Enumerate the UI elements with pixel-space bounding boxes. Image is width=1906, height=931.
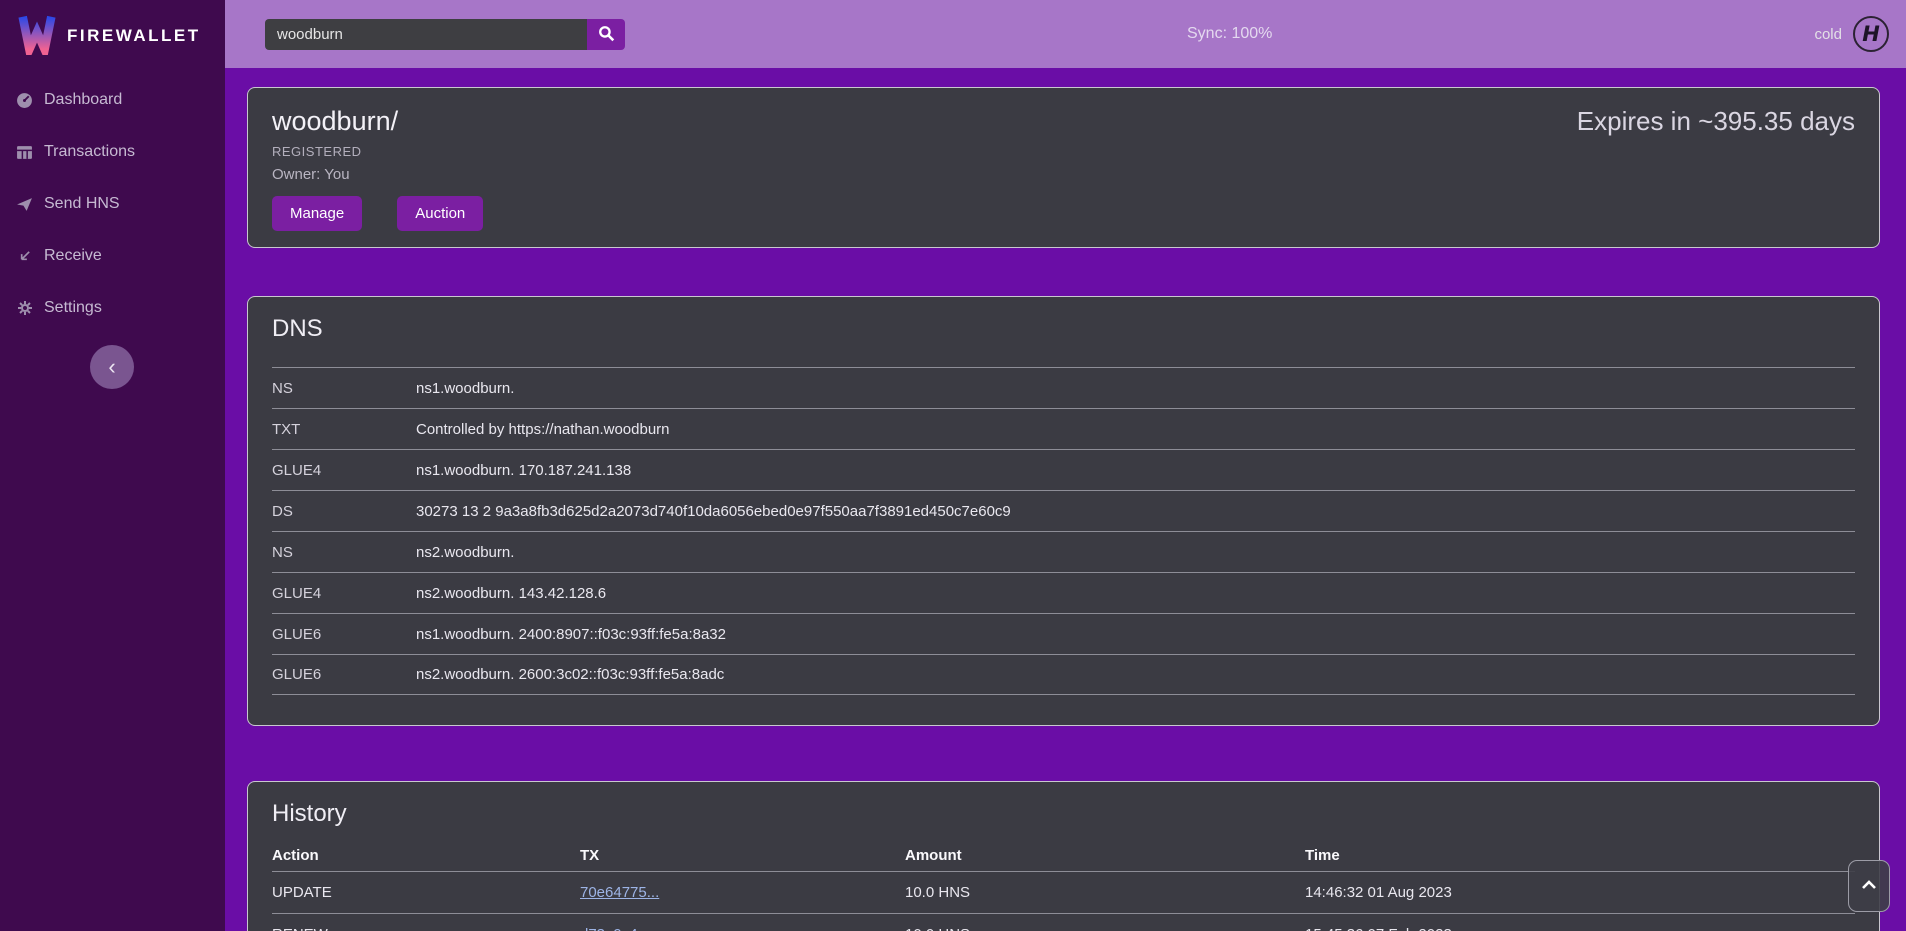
dns-record-type: GLUE6	[272, 666, 416, 683]
svg-text:H: H	[1862, 22, 1880, 46]
dns-title: DNS	[272, 315, 1855, 343]
history-header-row: Action TX Amount Time	[272, 840, 1855, 872]
manage-button[interactable]: Manage	[272, 196, 362, 231]
sidebar-item-dashboard[interactable]: Dashboard	[16, 88, 225, 112]
app-window: FIREWALLET Dashboard Transactions Send H…	[0, 0, 1906, 931]
search-input[interactable]	[265, 19, 587, 50]
sidebar-item-settings[interactable]: Settings	[16, 296, 225, 320]
dns-record-type: DS	[272, 503, 416, 520]
history-title: History	[272, 800, 1855, 828]
dns-table: NS ns1.woodburn. TXT Controlled by https…	[272, 367, 1855, 695]
history-time: 15:45:36 07 Feb 2023	[1305, 926, 1855, 931]
sidebar-item-label: Receive	[44, 247, 102, 265]
dns-record-row: GLUE4 ns1.woodburn. 170.187.241.138	[272, 449, 1855, 490]
history-amount: 10.0 HNS	[905, 884, 1305, 901]
history-col-amount: Amount	[905, 847, 1305, 864]
dns-record-type: NS	[272, 380, 416, 397]
dns-record-row: NS ns1.woodburn.	[272, 367, 1855, 408]
history-row: RENEW d73e9c4... 10.0 HNS 15:45:36 07 Fe…	[272, 914, 1855, 931]
gear-icon	[16, 300, 33, 317]
domain-card: woodburn/ REGISTERED Owner: You Manage A…	[247, 87, 1880, 248]
sidebar-item-transactions[interactable]: Transactions	[16, 140, 225, 164]
wallet-name: cold	[1814, 26, 1842, 43]
chevron-up-icon	[1861, 879, 1877, 894]
search-button[interactable]	[587, 19, 625, 50]
dns-record-value: ns1.woodburn. 2400:8907::f03c:93ff:fe5a:…	[416, 626, 1855, 643]
domain-status: REGISTERED	[272, 144, 1855, 159]
sidebar-collapse-button[interactable]: ‹	[90, 345, 134, 389]
topbar: Sync: 100% cold H	[225, 0, 1906, 68]
sidebar-item-send-hns[interactable]: Send HNS	[16, 192, 225, 216]
expires-label: Expires in ~395.35 days	[1577, 106, 1855, 137]
dns-record-row: DS 30273 13 2 9a3a8fb3d625d2a2073d740f10…	[272, 490, 1855, 531]
history-card: History Action TX Amount Time UPDATE 70e…	[247, 781, 1880, 931]
history-row: UPDATE 70e64775... 10.0 HNS 14:46:32 01 …	[272, 872, 1855, 914]
dns-record-value: ns2.woodburn. 2600:3c02::f03c:93ff:fe5a:…	[416, 666, 1855, 683]
search-icon	[598, 25, 615, 45]
dns-record-value: ns1.woodburn. 170.187.241.138	[416, 462, 1855, 479]
history-col-time: Time	[1305, 847, 1855, 864]
search-group	[265, 19, 625, 50]
brand[interactable]: FIREWALLET	[0, 0, 225, 60]
dns-record-type: NS	[272, 544, 416, 561]
dns-record-value: 30273 13 2 9a3a8fb3d625d2a2073d740f10da6…	[416, 503, 1855, 520]
dns-record-row: TXT Controlled by https://nathan.woodbur…	[272, 408, 1855, 449]
domain-actions: Manage Auction	[272, 196, 1855, 231]
history-amount: 10.0 HNS	[905, 926, 1305, 931]
chevron-left-icon: ‹	[108, 354, 115, 379]
history-col-tx: TX	[580, 847, 905, 864]
sidebar-item-label: Send HNS	[44, 195, 120, 213]
history-col-action: Action	[272, 847, 580, 864]
tx-link[interactable]: 70e64775...	[580, 884, 659, 901]
dns-record-type: GLUE4	[272, 585, 416, 602]
arrow-down-left-icon	[16, 248, 33, 265]
dns-record-row: GLUE6 ns1.woodburn. 2400:8907::f03c:93ff…	[272, 613, 1855, 654]
dns-record-type: GLUE6	[272, 626, 416, 643]
history-time: 14:46:32 01 Aug 2023	[1305, 884, 1855, 901]
sidebar: FIREWALLET Dashboard Transactions Send H…	[0, 0, 225, 931]
auction-button[interactable]: Auction	[397, 196, 483, 231]
history-action: UPDATE	[272, 884, 580, 901]
sync-status: Sync: 100%	[1187, 0, 1272, 68]
dns-record-type: GLUE4	[272, 462, 416, 479]
history-action: RENEW	[272, 926, 580, 931]
dns-record-row: NS ns2.woodburn.	[272, 531, 1855, 572]
wallet-indicator: cold H	[1814, 0, 1890, 68]
sidebar-nav: Dashboard Transactions Send HNS Receive	[0, 60, 225, 320]
firewallet-logo-icon	[16, 11, 58, 60]
paper-plane-icon	[16, 196, 33, 213]
hns-logo-icon[interactable]: H	[1852, 15, 1890, 53]
dns-record-row: GLUE4 ns2.woodburn. 143.42.128.6	[272, 572, 1855, 613]
history-table: Action TX Amount Time UPDATE 70e64775...…	[272, 840, 1855, 931]
dns-record-type: TXT	[272, 421, 416, 438]
sidebar-item-receive[interactable]: Receive	[16, 244, 225, 268]
domain-owner: Owner: You	[272, 166, 1855, 183]
dns-record-row: GLUE6 ns2.woodburn. 2600:3c02::f03c:93ff…	[272, 654, 1855, 695]
gauge-icon	[16, 92, 33, 109]
dns-record-value: ns1.woodburn.	[416, 380, 1855, 397]
sidebar-item-label: Settings	[44, 299, 102, 317]
dns-record-value: ns2.woodburn. 143.42.128.6	[416, 585, 1855, 602]
dns-record-value: ns2.woodburn.	[416, 544, 1855, 561]
main-content: woodburn/ REGISTERED Owner: You Manage A…	[225, 68, 1906, 931]
tx-link[interactable]: d73e9c4...	[580, 926, 650, 931]
table-icon	[16, 144, 33, 161]
dns-record-value: Controlled by https://nathan.woodburn	[416, 421, 1855, 438]
sidebar-item-label: Transactions	[44, 143, 135, 161]
scroll-to-top-button[interactable]	[1848, 860, 1890, 912]
brand-name: FIREWALLET	[67, 26, 201, 46]
sidebar-item-label: Dashboard	[44, 91, 122, 109]
dns-card: DNS NS ns1.woodburn. TXT Controlled by h…	[247, 296, 1880, 726]
